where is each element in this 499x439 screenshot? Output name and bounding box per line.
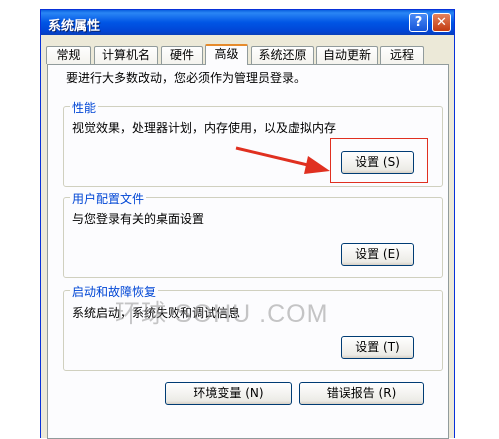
tab-remote[interactable]: 远程 — [380, 46, 424, 64]
error-reporting-button[interactable]: 错误报告 (R) — [299, 382, 424, 405]
user-profiles-description: 与您登录有关的桌面设置 — [72, 212, 205, 226]
tab-hardware[interactable]: 硬件 — [161, 46, 203, 64]
tab-automatic-updates[interactable]: 自动更新 — [316, 46, 378, 64]
annotation-arrow-icon — [235, 146, 330, 174]
environment-variables-button[interactable]: 环境变量 (N) — [165, 382, 292, 405]
tab-computer-name[interactable]: 计算机名 — [94, 46, 158, 64]
annotation-highlight-box — [330, 138, 428, 183]
startup-recovery-settings-button[interactable]: 设置 (T) — [341, 336, 414, 359]
user-profiles-settings-button[interactable]: 设置 (E) — [341, 243, 414, 266]
window-title: 系统属性 — [48, 19, 101, 34]
help-button[interactable]: ? — [409, 13, 428, 32]
performance-description: 视觉效果，处理器计划，内存使用，以及虚拟内存 — [72, 121, 337, 135]
close-button[interactable]: ✕ — [432, 13, 451, 32]
tab-strip: 常规 计算机名 硬件 高级 系统还原 自动更新 远程 — [46, 44, 450, 65]
tab-advanced[interactable]: 高级 — [205, 44, 248, 65]
performance-title: 性能 — [70, 99, 99, 116]
title-bar[interactable]: 系统属性 ? ✕ — [41, 10, 454, 35]
tab-general[interactable]: 常规 — [46, 46, 91, 64]
admin-note: 要进行大多数改动，您必须作为管理员登录。 — [66, 71, 307, 85]
user-profiles-title: 用户配置文件 — [70, 190, 147, 207]
watermark: 环球 SOHU .COM — [115, 300, 329, 328]
tab-system-restore[interactable]: 系统还原 — [251, 46, 314, 64]
